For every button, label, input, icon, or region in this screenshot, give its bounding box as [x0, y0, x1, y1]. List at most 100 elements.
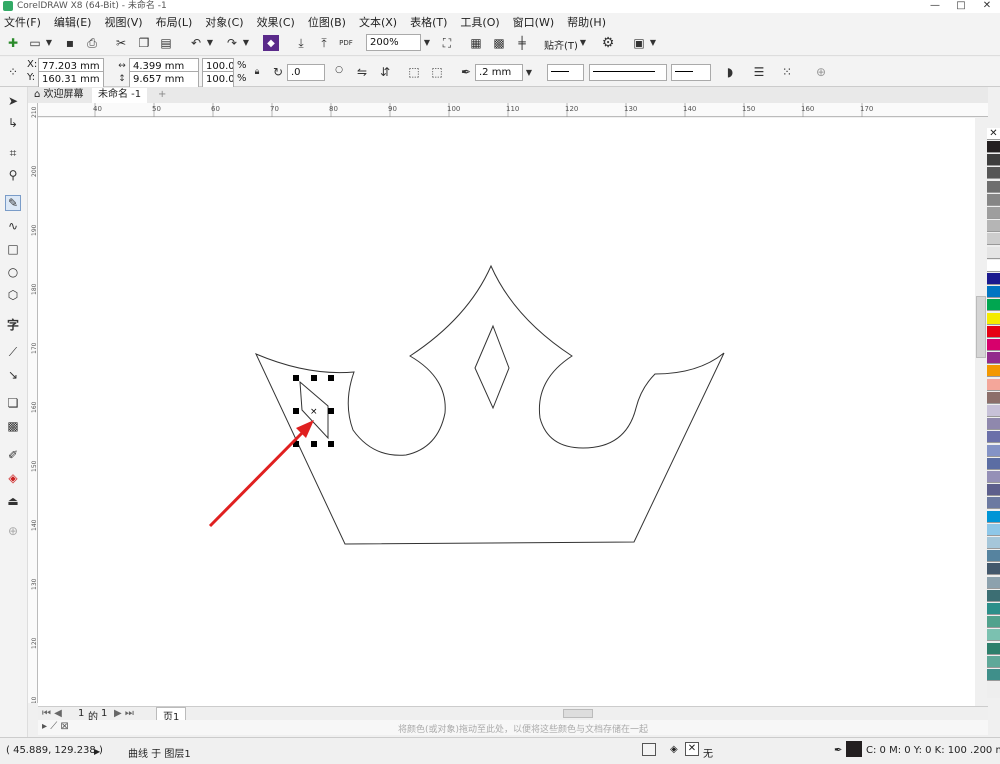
options-gear-icon[interactable]: ⚙ [600, 35, 616, 51]
undo-icon[interactable]: ↶ [188, 35, 204, 51]
undo-dropdown-icon[interactable]: ▼ [205, 35, 215, 50]
color-swatch[interactable] [987, 523, 1000, 536]
tab-document[interactable]: 未命名 -1 [92, 88, 148, 103]
pen-tool-icon[interactable]: ✎ [5, 195, 21, 211]
lock-ratio-icon[interactable]: 🔒︎ [249, 64, 265, 80]
crown-diamond[interactable] [474, 324, 510, 410]
color-swatch[interactable] [987, 207, 1000, 219]
show-guidelines-icon[interactable]: ╪ [514, 35, 530, 51]
status-expand-icon[interactable]: ▶ [94, 747, 100, 756]
drawing-canvas[interactable]: × [38, 118, 975, 706]
menu-help[interactable]: 帮助(H) [567, 14, 606, 30]
vertical-scroll-thumb[interactable] [976, 296, 986, 358]
color-swatch[interactable] [987, 273, 1000, 285]
color-swatch[interactable] [987, 576, 1000, 589]
artistic-media-icon[interactable]: ∿ [5, 218, 21, 234]
full-screen-icon[interactable]: ⛶ [439, 35, 455, 51]
color-swatch[interactable] [987, 642, 1000, 655]
show-grid-icon[interactable]: ▩ [491, 35, 507, 51]
menu-effects[interactable]: 效果(C) [257, 14, 295, 30]
maximize-button[interactable]: □ [948, 0, 974, 13]
outline-width-dropdown-icon[interactable]: ▼ [524, 65, 534, 80]
menu-edit[interactable]: 编辑(E) [54, 14, 92, 30]
color-swatch[interactable] [987, 233, 1000, 246]
color-swatch[interactable] [987, 154, 1000, 167]
rectangle-tool-icon[interactable]: □ [5, 241, 21, 257]
palette-tools-icon[interactable]: ▸ ⟋ ⊠ [42, 721, 69, 732]
horizontal-ruler[interactable]: 40 50 60 70 80 90 100 110 120 130 140 150 160 170 [38, 103, 988, 117]
scale-y-input[interactable]: 100.0 [202, 71, 234, 88]
color-swatch[interactable] [987, 616, 1000, 629]
document-palette[interactable]: ▸ ⟋ ⊠ 将颜色(或对象)拖动至此处，以便将这些颜色与文档存储在一起 [38, 720, 988, 735]
end-arrowhead-select[interactable] [671, 64, 711, 81]
add-property-icon[interactable]: ⊕ [813, 64, 829, 80]
handle-bottom-right[interactable] [328, 441, 334, 447]
object-origin-icon[interactable]: ⁘ [5, 64, 21, 80]
eyedropper-icon[interactable]: ✐ [5, 447, 21, 463]
color-swatch[interactable] [987, 312, 1000, 325]
tab-welcome[interactable]: ⌂ 欢迎屏幕 [28, 88, 90, 103]
y-position-input[interactable]: 160.31 mm [38, 71, 104, 88]
color-swatch[interactable] [987, 141, 1000, 153]
import-icon[interactable]: ⤓ [293, 35, 309, 51]
text-tool-icon[interactable]: 字 [5, 316, 21, 332]
zoom-dropdown-icon[interactable]: ▼ [422, 35, 432, 50]
center-marker-icon[interactable]: × [310, 407, 318, 417]
add-tool-icon[interactable]: ⊕ [5, 523, 21, 539]
outline-pen-status-icon[interactable]: ✒ [834, 745, 842, 756]
search-content-icon[interactable]: ◆ [263, 35, 279, 51]
open-folder-icon[interactable]: ▭ [27, 35, 43, 51]
color-swatch[interactable] [987, 167, 1000, 180]
outline-color-swatch[interactable] [846, 741, 862, 757]
zoom-level-input[interactable]: 200% [366, 34, 421, 51]
color-swatch[interactable] [987, 259, 1000, 272]
vertical-ruler[interactable]: 210200190180170160150140130120110100 [28, 103, 38, 764]
crop-tool-icon[interactable]: ⌗ [5, 145, 21, 161]
menu-view[interactable]: 视图(V) [104, 14, 142, 30]
new-document-icon[interactable]: ✚ [5, 35, 21, 51]
application-launcher-icon[interactable]: ▣ [631, 35, 647, 51]
color-swatch[interactable] [987, 193, 1000, 206]
first-page-icon[interactable]: ⏮ ◀ [42, 708, 62, 719]
start-arrowhead-select[interactable] [547, 64, 584, 81]
redo-icon[interactable]: ↷ [224, 35, 240, 51]
snap-dropdown-icon[interactable]: ▼ [578, 35, 588, 50]
color-swatch[interactable] [987, 655, 1000, 668]
export-icon[interactable]: ⤒ [316, 35, 332, 51]
next-page-icon[interactable]: ▶ ⏭ [114, 708, 134, 719]
color-swatch[interactable] [987, 497, 1000, 510]
handle-top-right[interactable] [328, 375, 334, 381]
color-swatch[interactable] [987, 431, 1000, 444]
interactive-fill-icon[interactable]: ◈ [5, 470, 21, 486]
handle-bottom-middle[interactable] [311, 441, 317, 447]
convert-to-curves-icon[interactable]: ⁙ [779, 64, 795, 80]
color-swatch[interactable] [987, 603, 1000, 615]
line-style-select[interactable] [589, 64, 667, 81]
no-fill-swatch-icon[interactable]: ✕ [685, 742, 699, 756]
drop-shadow-icon[interactable]: ❏ [5, 395, 21, 411]
pick-tool-icon[interactable]: ➤ [5, 93, 21, 109]
redo-dropdown-icon[interactable]: ▼ [241, 35, 251, 50]
color-swatch[interactable] [987, 629, 1000, 642]
polygon-tool-icon[interactable]: ⬡ [5, 287, 21, 303]
color-swatch[interactable] [987, 537, 1000, 549]
transparency-icon[interactable]: ▩ [5, 418, 21, 434]
color-swatch[interactable] [987, 418, 1000, 431]
color-swatch[interactable] [987, 246, 1000, 259]
menu-layout[interactable]: 布局(L) [156, 14, 193, 30]
launcher-dropdown-icon[interactable]: ▼ [648, 35, 658, 50]
color-swatch[interactable] [987, 365, 1000, 378]
show-rulers-icon[interactable]: ▦ [468, 35, 484, 51]
node-tool-icon[interactable]: ⬚ [406, 64, 422, 80]
open-dropdown-icon[interactable]: ▼ [44, 35, 54, 50]
color-swatch[interactable] [987, 550, 1000, 563]
color-swatch[interactable] [987, 339, 1000, 351]
color-swatch[interactable] [987, 391, 1000, 404]
handle-middle-left[interactable] [293, 408, 299, 414]
snap-to-menu[interactable]: 贴齐(T) [544, 37, 578, 52]
no-color-swatch[interactable]: ✕ [987, 128, 1000, 140]
menu-tools[interactable]: 工具(O) [460, 14, 499, 30]
ellipse-tool-icon[interactable]: ○ [5, 264, 21, 280]
menu-table[interactable]: 表格(T) [410, 14, 447, 30]
parallel-dimension-icon[interactable]: ⟋ [5, 344, 21, 360]
